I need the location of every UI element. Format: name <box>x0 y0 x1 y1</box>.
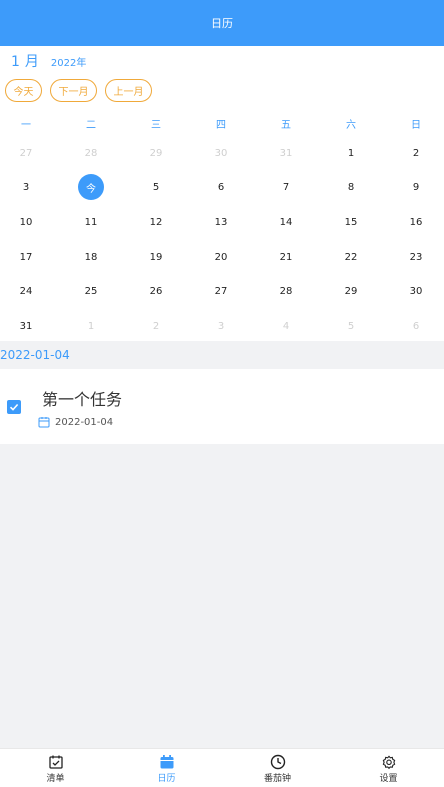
weekday-label: 一 <box>21 120 31 131</box>
task-date: 2022-01-04 <box>55 416 114 428</box>
day-cell[interactable]: 25 <box>66 274 116 308</box>
weekday-label: 四 <box>216 120 226 131</box>
day-cell[interactable]: 1 <box>66 309 116 343</box>
weekday-label: 五 <box>281 120 291 131</box>
today-button[interactable]: 今天 <box>5 79 42 102</box>
task-title: 第一个任务 <box>42 390 123 409</box>
day-cell[interactable]: 8 <box>326 170 376 204</box>
day-cell[interactable]: 31 <box>261 136 311 170</box>
task-meta: 2022-01-04 <box>38 416 113 428</box>
bottom-nav: 清单 日历 番茄钟 设置 <box>0 748 444 787</box>
calendar-buttons: 今天 下一月 上一月 <box>5 79 152 102</box>
next-month-button[interactable]: 下一月 <box>50 79 97 102</box>
day-cell[interactable]: 29 <box>326 274 376 308</box>
day-cell[interactable]: 2 <box>131 309 181 343</box>
calendar: 1 月 2022年 今天 下一月 上一月 一二三四五六日 27 28 29 30 31 1… <box>0 46 444 341</box>
day-cell[interactable]: 29 <box>131 136 181 170</box>
day-cell[interactable]: 27 <box>1 136 51 170</box>
nav-label: 日历 <box>157 773 176 784</box>
year-label: 2022年 <box>50 58 87 69</box>
day-cell[interactable]: 5 <box>326 309 376 343</box>
prev-month-button[interactable]: 上一月 <box>105 79 152 102</box>
day-cell[interactable]: 21 <box>261 240 311 274</box>
day-cell[interactable]: 1 <box>326 136 376 170</box>
month-unit: 月 <box>24 54 39 70</box>
day-cell[interactable]: 4 <box>261 309 311 343</box>
weekday-label: 二 <box>86 120 96 131</box>
task-item[interactable]: 第一个任务 2022-01-04 <box>0 369 444 444</box>
day-cell[interactable]: 10 <box>1 205 51 239</box>
nav-label: 清单 <box>46 773 65 784</box>
day-cell[interactable]: 20 <box>196 240 246 274</box>
today-marker: 今 <box>78 174 104 200</box>
task-checkbox[interactable] <box>7 400 21 414</box>
day-cell[interactable]: 2 <box>391 136 441 170</box>
day-cell[interactable]: 3 <box>196 309 246 343</box>
day-cell[interactable]: 23 <box>391 240 441 274</box>
day-cell[interactable]: 31 <box>1 309 51 343</box>
nav-item-calendar[interactable]: 日历 <box>111 749 222 787</box>
day-cell[interactable]: 30 <box>196 136 246 170</box>
day-cell[interactable]: 9 <box>391 170 441 204</box>
clock-icon <box>270 754 285 769</box>
day-cell[interactable]: 16 <box>391 205 441 239</box>
day-cell[interactable]: 18 <box>66 240 116 274</box>
month-year-label: 1 月 2022年 <box>11 51 86 71</box>
day-cell[interactable]: 28 <box>261 274 311 308</box>
weekday-header: 一二三四五六日 <box>0 116 444 134</box>
day-cell[interactable]: 19 <box>131 240 181 274</box>
checklist-icon <box>48 755 63 769</box>
day-cell[interactable]: 27 <box>196 274 246 308</box>
day-cell[interactable]: 17 <box>1 240 51 274</box>
nav-item-settings[interactable]: 设置 <box>333 749 444 787</box>
nav-label: 设置 <box>379 773 398 784</box>
month-number: 1 <box>11 54 20 70</box>
nav-label: 番茄钟 <box>263 773 291 784</box>
day-cell[interactable]: 28 <box>66 136 116 170</box>
title-bar: 日历 <box>0 0 444 46</box>
day-cell[interactable]: 26 <box>131 274 181 308</box>
weekday-label: 日 <box>411 120 421 131</box>
day-cell[interactable]: 13 <box>196 205 246 239</box>
nav-item-checklist[interactable]: 清单 <box>0 749 111 787</box>
day-cell[interactable]: 3 <box>1 170 51 204</box>
check-icon <box>9 403 19 411</box>
gear-icon <box>382 754 395 769</box>
day-cell[interactable]: 15 <box>326 205 376 239</box>
day-cell[interactable]: 12 <box>131 205 181 239</box>
day-cell[interactable]: 5 <box>131 170 181 204</box>
day-cell[interactable]: 22 <box>326 240 376 274</box>
weekday-label: 六 <box>346 120 356 131</box>
day-cell[interactable]: 24 <box>1 274 51 308</box>
day-cell-today[interactable]: 今 <box>66 170 116 204</box>
page-title: 日历 <box>211 17 233 30</box>
day-cell[interactable]: 6 <box>196 170 246 204</box>
selected-date-header: 2022-01-04 <box>0 341 444 369</box>
nav-item-pomodoro[interactable]: 番茄钟 <box>222 749 333 787</box>
weekday-label: 三 <box>151 120 161 131</box>
calendar-icon <box>38 417 50 428</box>
day-cell[interactable]: 11 <box>66 205 116 239</box>
day-cell[interactable]: 14 <box>261 205 311 239</box>
day-cell[interactable]: 7 <box>261 170 311 204</box>
day-cell[interactable]: 30 <box>391 274 441 308</box>
day-cell[interactable]: 6 <box>391 309 441 343</box>
calendar-icon <box>160 754 173 768</box>
